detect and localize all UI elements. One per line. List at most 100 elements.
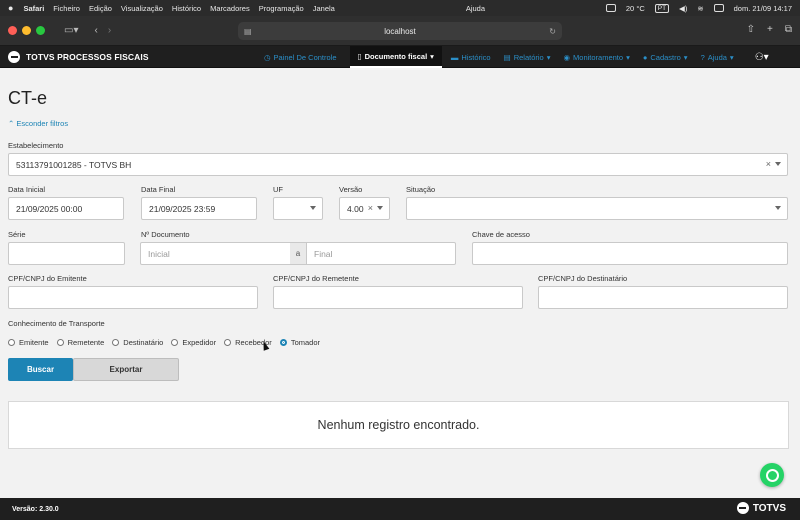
menu-ajuda[interactable]: Ajuda xyxy=(466,4,485,13)
page-menu-icon[interactable]: ▤ xyxy=(244,27,252,36)
menu-marcadores[interactable]: Marcadores xyxy=(210,4,250,13)
estabelecimento-select[interactable]: 53113791001285 - TOTVS BH × xyxy=(8,153,788,176)
sidebar-toggle-icon[interactable]: ▭▾ xyxy=(64,25,78,36)
nav-documento-fiscal[interactable]: ▯ Documento fiscal ▾ xyxy=(349,46,442,68)
data-inicial-input[interactable]: 21/09/2025 00:00 xyxy=(8,197,124,220)
main-content: CT-e ⌃ Esconder filtros Estabelecimento … xyxy=(0,68,800,498)
close-window-button[interactable] xyxy=(8,26,17,35)
new-tab-icon[interactable]: + xyxy=(767,24,773,35)
menu-historico[interactable]: Histórico xyxy=(172,4,201,13)
data-final-label: Data Final xyxy=(141,185,176,194)
radio-circle[interactable] xyxy=(171,339,179,346)
radio-circle-selected[interactable] xyxy=(279,339,287,346)
radio-circle[interactable] xyxy=(8,339,15,346)
radio-remetente[interactable]: Remetente xyxy=(56,338,105,347)
reload-icon[interactable]: ↻ xyxy=(549,27,556,36)
chave-acesso-label: Chave de acesso xyxy=(472,230,530,239)
clear-icon[interactable]: × xyxy=(766,159,771,169)
chave-acesso-input[interactable] xyxy=(472,242,788,265)
nav-label: Ajuda xyxy=(707,52,727,62)
estabelecimento-label: Estabelecimento xyxy=(8,141,64,150)
cpf-emitente-input[interactable] xyxy=(8,286,258,309)
nav-label: Documento fiscal xyxy=(364,51,428,61)
main-nav: ◷ Painel De Controle ▯ Documento fiscal … xyxy=(264,46,769,68)
radio-label: Remetente xyxy=(67,338,105,347)
back-icon[interactable]: ‹ xyxy=(94,25,97,36)
exportar-button[interactable]: Exportar xyxy=(73,358,179,381)
nav-relatorio[interactable]: ▤ Relatório ▾ xyxy=(504,53,551,62)
estabelecimento-value: 53113791001285 - TOTVS BH xyxy=(16,159,132,170)
chevron-down-icon: ▾ xyxy=(546,52,551,62)
document-icon: ▯ xyxy=(357,51,362,61)
user-icon: ● xyxy=(642,52,648,62)
buscar-button[interactable]: Buscar xyxy=(8,358,73,381)
volume-icon[interactable]: ◀) xyxy=(679,4,687,13)
chevron-down-icon xyxy=(377,206,383,210)
input-language-badge[interactable]: PT xyxy=(654,3,670,13)
clear-icon[interactable]: × xyxy=(368,203,373,213)
macos-menubar: ● Safari Ficheiro Edição Visualização Hi… xyxy=(0,0,800,16)
control-center-icon[interactable] xyxy=(713,4,724,12)
numero-final-input[interactable]: Final xyxy=(306,242,456,265)
nav-painel-de-controle[interactable]: ◷ Painel De Controle xyxy=(264,53,337,62)
nav-monitoramento[interactable]: ◉ Monitoramento ▾ xyxy=(563,53,629,62)
menu-janela[interactable]: Janela xyxy=(313,4,335,13)
nav-historico[interactable]: ▬ Histórico xyxy=(451,53,491,62)
version-label: Versão: 2.30.0 xyxy=(12,505,59,513)
chevron-down-icon: ▾ xyxy=(683,52,688,62)
cpf-remetente-input[interactable] xyxy=(273,286,523,309)
numero-inicial-input[interactable]: Inicial xyxy=(140,242,291,265)
versao-select[interactable]: 4.00 × xyxy=(339,197,390,220)
url-text: localhost xyxy=(384,26,416,36)
numero-documento-label: Nº Documento xyxy=(141,230,190,239)
radio-circle[interactable] xyxy=(112,339,120,346)
menu-safari[interactable]: Safari xyxy=(23,4,44,13)
minimize-window-button[interactable] xyxy=(22,26,31,35)
menu-programacao[interactable]: Programação xyxy=(259,4,304,13)
apple-icon[interactable]: ● xyxy=(8,3,13,13)
uf-select[interactable] xyxy=(273,197,323,220)
menu-ficheiro[interactable]: Ficheiro xyxy=(53,4,80,13)
nav-label: Histórico xyxy=(461,52,491,62)
browser-toolbar: ▭▾ ‹ › ▤ localhost ↻ ⇧ + ⧉ xyxy=(0,16,800,46)
tab-overview-icon[interactable]: ⧉ xyxy=(785,24,792,35)
report-icon: ▤ xyxy=(503,52,511,62)
whatsapp-icon[interactable] xyxy=(760,463,784,487)
zoom-window-button[interactable] xyxy=(36,26,45,35)
radio-tomador[interactable]: Tomador xyxy=(279,338,320,347)
wifi-icon[interactable]: ≋ xyxy=(697,4,703,13)
situacao-select[interactable] xyxy=(406,197,788,220)
radio-emitente[interactable]: Emitente xyxy=(8,338,49,347)
radio-circle[interactable] xyxy=(56,339,64,346)
radio-label: Expedidor xyxy=(182,338,217,347)
share-icon[interactable]: ⇧ xyxy=(747,24,755,35)
eye-icon: ◉ xyxy=(563,52,571,62)
clock-icon: ◷ xyxy=(264,52,271,62)
nav-cadastro[interactable]: ● Cadastro ▾ xyxy=(643,53,688,62)
app-footer: Versão: 2.30.0 TOTVS xyxy=(0,498,800,520)
data-final-value: 21/09/2025 23:59 xyxy=(149,203,216,214)
menu-visualizacao[interactable]: Visualização xyxy=(121,4,163,13)
user-menu-icon[interactable]: ⚇▾ xyxy=(755,52,769,63)
serie-input[interactable] xyxy=(8,242,125,265)
versao-label: Versão xyxy=(339,185,363,194)
menu-edicao[interactable]: Edição xyxy=(89,4,112,13)
weather-temperature[interactable]: 20 °C xyxy=(626,4,645,13)
clock-datetime[interactable]: dom. 21/09 14:17 xyxy=(734,4,792,13)
radio-circle[interactable] xyxy=(224,339,232,346)
screen-mirroring-icon[interactable] xyxy=(605,4,616,12)
range-separator: a xyxy=(290,242,306,265)
radio-expedidor[interactable]: Expedidor xyxy=(171,338,216,347)
page-title: CT-e xyxy=(8,88,48,108)
radio-destinatario[interactable]: Destinatário xyxy=(112,338,163,347)
chevron-down-icon: ▾ xyxy=(626,52,630,62)
cpf-destinatario-label: CPF/CNPJ do Destinatário xyxy=(538,274,628,283)
forward-icon[interactable]: › xyxy=(108,25,111,36)
numero-inicial-placeholder: Inicial xyxy=(148,248,170,259)
cpf-destinatario-input[interactable] xyxy=(538,286,788,309)
situacao-label: Situação xyxy=(406,185,436,194)
toggle-filters-link[interactable]: ⌃ Esconder filtros xyxy=(8,119,68,128)
address-bar[interactable]: ▤ localhost ↻ xyxy=(238,22,562,40)
nav-ajuda[interactable]: ? Ajuda ▾ xyxy=(701,53,734,62)
data-final-input[interactable]: 21/09/2025 23:59 xyxy=(141,197,257,220)
